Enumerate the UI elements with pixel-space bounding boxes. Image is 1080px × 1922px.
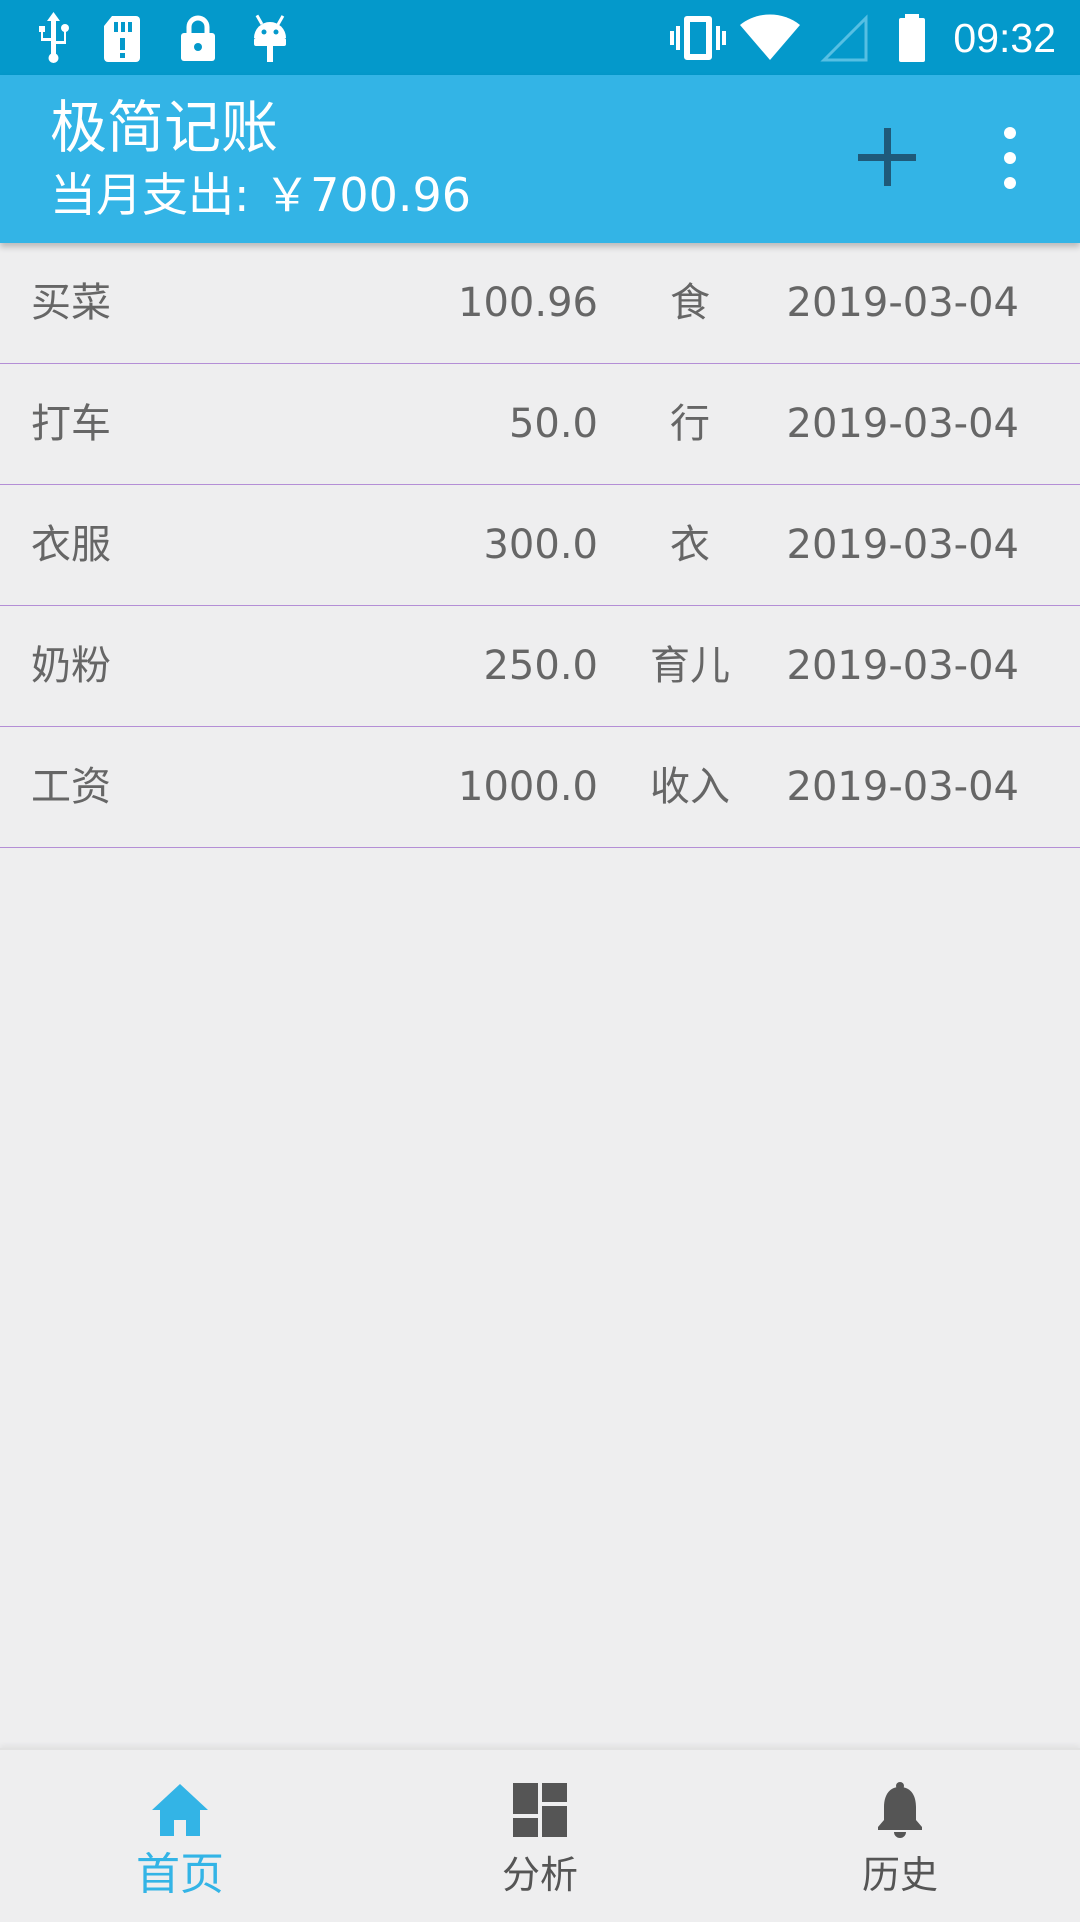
- more-vert-icon[interactable]: [985, 120, 1035, 195]
- list-item[interactable]: 工资 1000.0 收入 2019-03-04: [0, 727, 1080, 848]
- nav-label-history: 历史: [861, 1853, 938, 1897]
- nav-tab-home[interactable]: 首页: [0, 1750, 360, 1922]
- record-category: 衣: [670, 522, 710, 568]
- record-name: 工资: [31, 764, 111, 810]
- bottom-navigation: 首页 分析 历史: [0, 1748, 1080, 1922]
- nav-tab-analysis[interactable]: 分析: [360, 1750, 720, 1922]
- android-debug-icon: [254, 14, 286, 62]
- list-item[interactable]: 衣服 300.0 衣 2019-03-04: [0, 485, 1080, 606]
- record-date: 2019-03-04: [786, 522, 1019, 568]
- app-toolbar: 极简记账 当月支出: ￥700.96: [0, 75, 1080, 243]
- nav-label-home: 首页: [136, 1849, 224, 1900]
- app-title: 极简记账: [50, 95, 278, 161]
- record-name: 打车: [31, 401, 111, 447]
- home-icon: [152, 1784, 208, 1836]
- record-date: 2019-03-04: [786, 643, 1019, 689]
- record-name: 衣服: [31, 522, 111, 568]
- record-category: 行: [670, 401, 710, 447]
- record-amount: 300.0: [483, 522, 598, 568]
- record-amount: 50.0: [508, 401, 598, 447]
- lock-icon: [181, 15, 215, 61]
- month-expense-summary: 当月支出: ￥700.96: [50, 168, 472, 222]
- record-date: 2019-03-04: [786, 401, 1019, 447]
- record-name: 奶粉: [31, 643, 111, 689]
- status-time: 09:32: [953, 15, 1056, 61]
- record-date: 2019-03-04: [786, 280, 1019, 326]
- record-name: 买菜: [31, 280, 111, 326]
- battery-icon: [899, 14, 925, 62]
- list-item[interactable]: 买菜 100.96 食 2019-03-04: [0, 243, 1080, 364]
- add-icon[interactable]: [850, 120, 925, 195]
- wifi-icon: [740, 14, 800, 60]
- record-amount: 250.0: [483, 643, 598, 689]
- record-category: 食: [670, 280, 710, 326]
- sd-card-icon: [104, 16, 140, 62]
- record-category: 收入: [650, 764, 730, 810]
- list-item[interactable]: 打车 50.0 行 2019-03-04: [0, 364, 1080, 485]
- record-date: 2019-03-04: [786, 764, 1019, 810]
- status-bar: 09:32: [0, 0, 1080, 75]
- nav-tab-history[interactable]: 历史: [720, 1750, 1080, 1922]
- list-item[interactable]: 奶粉 250.0 育儿 2019-03-04: [0, 606, 1080, 727]
- signal-icon: [820, 14, 868, 62]
- vibrate-icon: [670, 16, 726, 60]
- record-amount: 100.96: [458, 280, 598, 326]
- record-list: 买菜 100.96 食 2019-03-04 打车 50.0 行 2019-03…: [0, 243, 1080, 848]
- nav-label-analysis: 分析: [501, 1853, 578, 1897]
- usb-icon: [39, 12, 69, 63]
- bell-icon: [878, 1782, 922, 1838]
- record-amount: 1000.0: [458, 764, 598, 810]
- record-category: 育儿: [650, 643, 730, 689]
- dashboard-icon: [513, 1783, 567, 1837]
